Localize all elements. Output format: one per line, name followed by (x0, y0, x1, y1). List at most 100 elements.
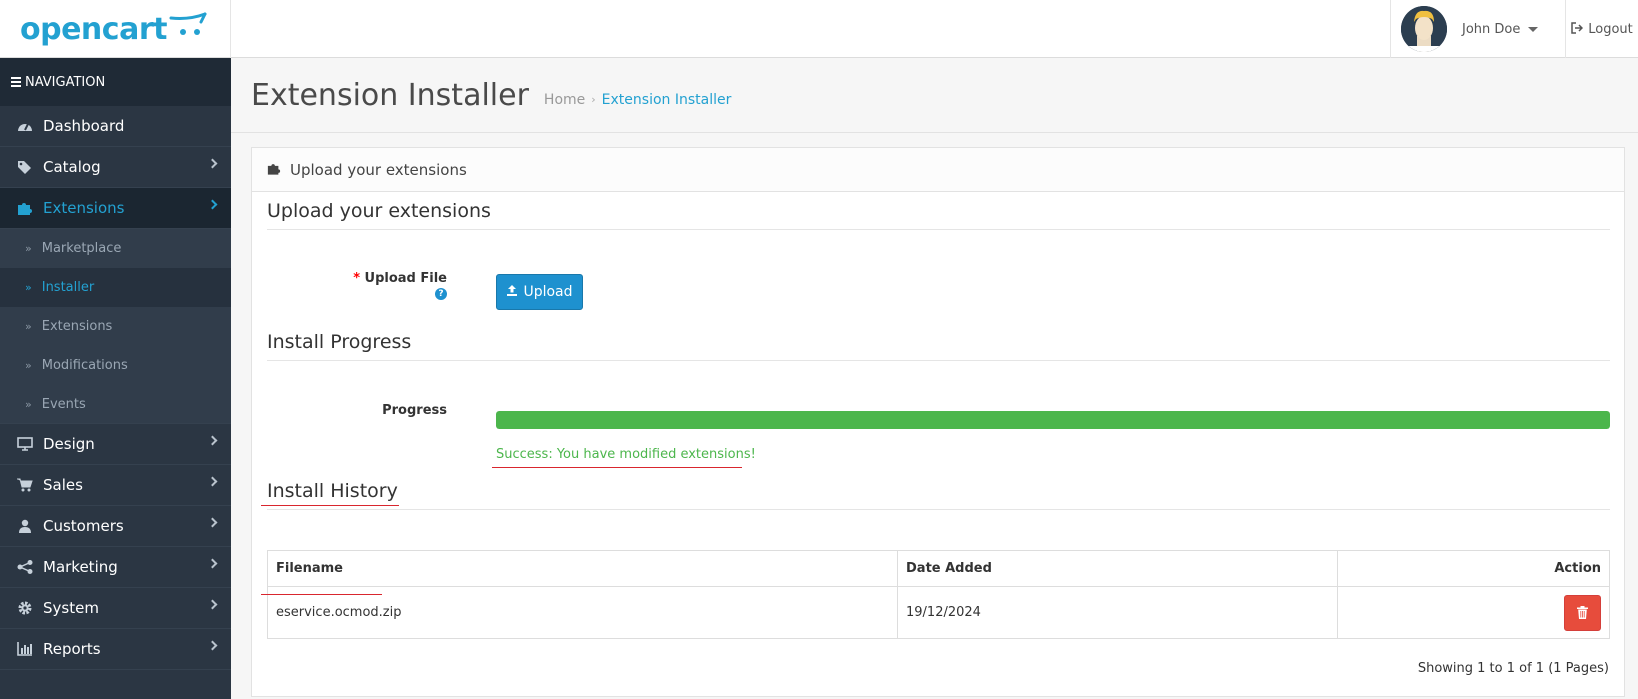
bar-chart-icon (16, 642, 34, 656)
page-header: Extension Installer Home › Extension Ins… (231, 58, 1638, 133)
puzzle-icon (267, 161, 281, 179)
upload-icon (506, 284, 518, 300)
cart-logo-icon (169, 12, 207, 35)
upload-button[interactable]: Upload (496, 274, 583, 310)
angle-double-right-icon: » (25, 359, 32, 372)
sidebar-item-label: Customers (43, 517, 124, 535)
avatar (1401, 6, 1447, 52)
table-row: eservice.ocmod.zip 19/12/2024 (267, 586, 1610, 639)
progress-section-title: Install Progress (267, 331, 412, 353)
table-header-row: Filename Date Added Action (267, 550, 1610, 587)
user-name: John Doe (1462, 21, 1521, 37)
panel-heading: Upload your extensions (252, 148, 1624, 192)
divider (267, 360, 1610, 361)
sidebar-item-label: Reports (43, 640, 101, 658)
install-history-table: Filename Date Added Action eservice.ocmo… (267, 550, 1610, 639)
angle-double-right-icon: » (25, 320, 32, 333)
chevron-down-icon (1528, 26, 1539, 32)
sidebar-item-catalog[interactable]: Catalog (0, 147, 231, 188)
sidebar-subitem-marketplace[interactable]: » Marketplace (0, 229, 231, 268)
logo[interactable]: opencart (0, 0, 231, 58)
sidebar: NAVIGATION Dashboard Catalog Extensions … (0, 58, 231, 699)
delete-button[interactable] (1564, 594, 1601, 631)
sidebar-subitem-extensions[interactable]: » Extensions (0, 307, 231, 346)
cell-action (1337, 586, 1610, 639)
upload-button-label: Upload (523, 284, 573, 300)
sidebar-subitem-modifications[interactable]: » Modifications (0, 346, 231, 385)
sidebar-item-label: Extensions (43, 199, 125, 217)
user-icon (16, 519, 34, 533)
annotation-underline (261, 505, 399, 506)
breadcrumb-current[interactable]: Extension Installer (602, 92, 732, 108)
sidebar-subitem-events[interactable]: » Events (0, 385, 231, 424)
progress-bar (496, 411, 1610, 429)
chevron-right-icon (207, 435, 218, 446)
success-message: Success: You have modified extensions! (496, 447, 756, 462)
dashboard-icon (16, 119, 34, 133)
sidebar-subitem-label: Modifications (41, 358, 128, 373)
logo-text: opencart (20, 11, 167, 47)
sidebar-item-reports[interactable]: Reports (0, 629, 231, 670)
column-header-filename[interactable]: Filename (267, 550, 898, 587)
progress-bar-fill (496, 411, 1610, 429)
required-mark: * (353, 271, 360, 286)
sign-out-icon (1571, 21, 1584, 37)
chevron-right-icon (207, 476, 218, 487)
tags-icon (16, 160, 34, 174)
sidebar-item-dashboard[interactable]: Dashboard (0, 106, 231, 147)
breadcrumb-home[interactable]: Home (544, 92, 585, 108)
divider (267, 509, 1610, 510)
sidebar-item-customers[interactable]: Customers (0, 506, 231, 547)
cart-icon (16, 478, 34, 492)
navigation-toggle[interactable]: NAVIGATION (0, 58, 231, 106)
column-header-date-added[interactable]: Date Added (897, 550, 1338, 587)
navigation-title: NAVIGATION (25, 74, 106, 90)
breadcrumb-separator-icon: › (591, 93, 596, 106)
sidebar-item-label: Dashboard (43, 117, 125, 135)
page-title: Extension Installer (251, 77, 529, 113)
logout-label: Logout (1588, 21, 1633, 37)
monitor-icon (16, 437, 34, 451)
sidebar-item-system[interactable]: System (0, 588, 231, 629)
user-dropdown[interactable]: John Doe (1390, 0, 1565, 58)
angle-double-right-icon: » (25, 242, 32, 255)
progress-label: Progress (382, 403, 447, 418)
logout-link[interactable]: Logout (1565, 0, 1638, 58)
chevron-right-icon (207, 158, 218, 169)
chevron-right-icon (207, 199, 218, 210)
share-icon (16, 560, 34, 574)
cell-date-added: 19/12/2024 (897, 586, 1338, 639)
annotation-underline (492, 467, 742, 468)
angle-double-right-icon: » (25, 281, 32, 294)
sidebar-item-label: Marketing (43, 558, 118, 576)
divider (267, 229, 1610, 230)
sidebar-subitem-label: Extensions (41, 319, 113, 334)
pagination-summary: Showing 1 to 1 of 1 (1 Pages) (1417, 661, 1609, 676)
sidebar-item-design[interactable]: Design (0, 424, 231, 465)
sidebar-subitem-label: Events (41, 396, 86, 412)
sidebar-item-extensions[interactable]: Extensions (0, 188, 231, 229)
sidebar-item-sales[interactable]: Sales (0, 465, 231, 506)
gear-icon (16, 600, 34, 616)
breadcrumb: Home › Extension Installer (544, 92, 731, 108)
history-section-title: Install History (267, 480, 398, 502)
top-header: opencart John Doe Logout (0, 0, 1638, 58)
sidebar-subitem-installer[interactable]: » Installer (0, 268, 231, 307)
chevron-right-icon (207, 599, 218, 610)
panel-heading-title: Upload your extensions (290, 160, 467, 179)
chevron-right-icon (207, 558, 218, 569)
sidebar-subitem-label: Installer (41, 280, 95, 295)
annotation-underline (261, 594, 382, 595)
upload-panel: Upload your extensions Upload your exten… (251, 147, 1625, 697)
sidebar-item-label: Design (43, 435, 95, 453)
angle-double-right-icon: » (25, 397, 32, 411)
sidebar-item-label: Catalog (43, 158, 101, 176)
sidebar-item-label: System (43, 599, 99, 617)
sidebar-item-label: Sales (43, 476, 83, 494)
sidebar-item-marketing[interactable]: Marketing (0, 547, 231, 588)
chevron-right-icon (207, 640, 218, 651)
upload-file-label-text: Upload File (364, 271, 447, 286)
help-icon[interactable]: ? (435, 288, 447, 300)
chevron-right-icon (207, 517, 218, 528)
sidebar-subitem-label: Marketplace (41, 241, 122, 256)
